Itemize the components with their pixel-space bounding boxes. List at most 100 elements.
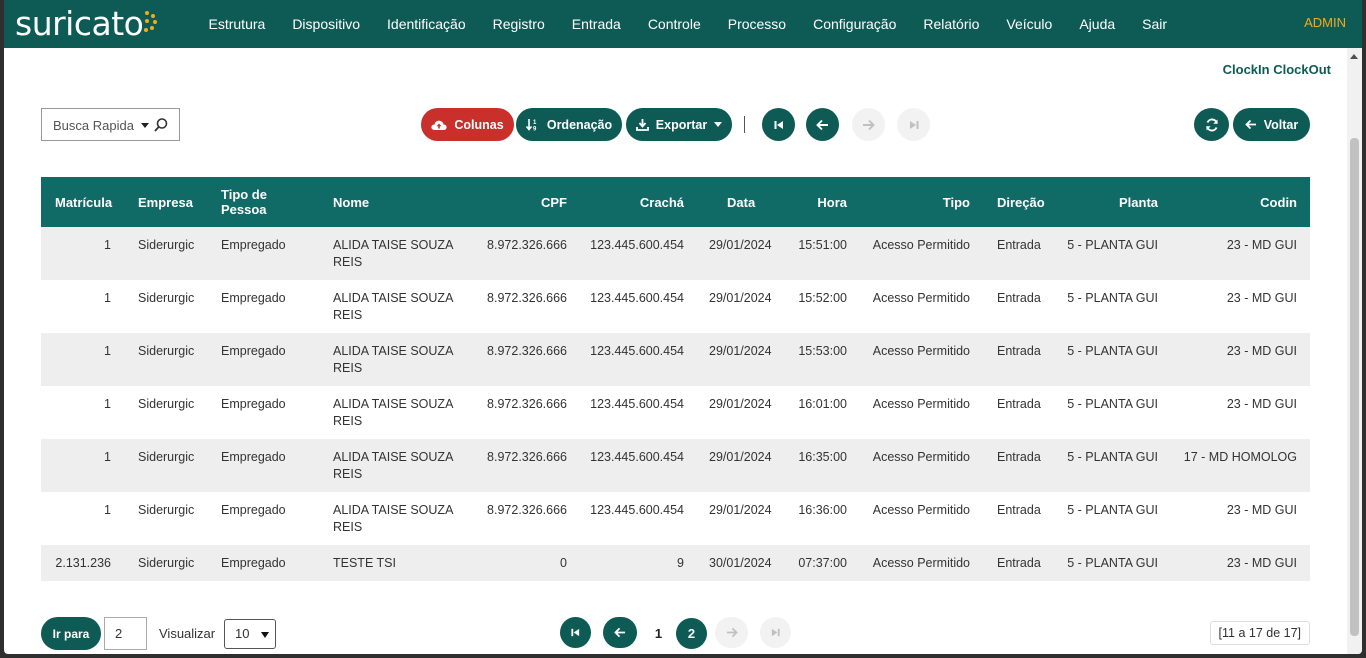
menu-item-veiculo[interactable]: Veículo bbox=[993, 16, 1066, 32]
cell-matricula: 1 bbox=[104, 503, 111, 517]
skip-last-icon bbox=[909, 120, 918, 129]
col-header-planta[interactable]: Planta bbox=[1119, 177, 1158, 227]
caret-down-icon[interactable] bbox=[141, 123, 149, 128]
table-row[interactable]: 2.131.236 Siderurgic Empregado TESTE TSI… bbox=[41, 545, 1310, 581]
cell-matricula: 1 bbox=[104, 344, 111, 358]
table-row[interactable]: 1 Siderurgic Empregado ALIDA TAISE SOUZA… bbox=[41, 280, 1310, 333]
cell-cpf: 8.972.326.666 bbox=[487, 397, 567, 411]
cell-nome: TESTE TSI bbox=[333, 556, 396, 570]
menu-item-processo[interactable]: Processo bbox=[714, 16, 799, 32]
table-header: Matrícula Empresa Tipo de Pessoa Nome CP… bbox=[41, 177, 1310, 227]
cell-data: 29/01/2024 bbox=[709, 344, 772, 358]
arrow-right-icon bbox=[726, 627, 738, 638]
cell-direcao: Entrada bbox=[997, 503, 1041, 517]
table-row[interactable]: 1 Siderurgic Empregado ALIDA TAISE SOUZA… bbox=[41, 386, 1310, 439]
page-size-value: 10 bbox=[235, 626, 250, 641]
scroll-thumb[interactable] bbox=[1350, 138, 1359, 636]
page-size-select[interactable]: 10 bbox=[224, 619, 276, 649]
col-header-codin[interactable]: Codin bbox=[1260, 177, 1297, 227]
menu-item-relatorio[interactable]: Relatório bbox=[910, 16, 993, 32]
caret-down-icon bbox=[261, 632, 269, 638]
cell-matricula: 1 bbox=[104, 397, 111, 411]
page-scrollbar[interactable] bbox=[1347, 48, 1362, 654]
back-label: Voltar bbox=[1263, 117, 1299, 132]
cell-codin: 23 - MD GUI bbox=[1226, 397, 1297, 411]
cell-empresa: Siderurgic bbox=[138, 397, 195, 411]
cell-planta: 5 - PLANTA GUI bbox=[1067, 503, 1158, 517]
cell-hora: 15:51:00 bbox=[798, 238, 847, 252]
cell-direcao: Entrada bbox=[997, 344, 1041, 358]
back-button[interactable]: Voltar bbox=[1233, 108, 1310, 141]
menu-item-configuracao[interactable]: Configuração bbox=[800, 16, 910, 32]
export-button[interactable]: Exportar bbox=[626, 108, 732, 141]
next-page-button[interactable] bbox=[852, 108, 885, 141]
svg-text:9: 9 bbox=[533, 127, 537, 132]
cell-matricula: 1 bbox=[104, 291, 111, 305]
menu-item-estrutura[interactable]: Estrutura bbox=[195, 16, 279, 32]
pager-first-button[interactable] bbox=[560, 617, 591, 648]
menu-item-entrada[interactable]: Entrada bbox=[558, 16, 634, 32]
cell-matricula: 1 bbox=[104, 238, 111, 252]
cell-direcao: Entrada bbox=[997, 238, 1041, 252]
col-header-nome[interactable]: Nome bbox=[333, 177, 369, 227]
sort-label: Ordenação bbox=[546, 117, 613, 132]
sort-button[interactable]: 19 Ordenação bbox=[516, 108, 622, 141]
table-row[interactable]: 1 Siderurgic Empregado ALIDA TAISE SOUZA… bbox=[41, 492, 1310, 545]
refresh-button[interactable] bbox=[1194, 108, 1229, 141]
col-header-cpf[interactable]: CPF bbox=[541, 177, 567, 227]
cell-codin: 17 - MD HOMOLOG bbox=[1183, 450, 1297, 464]
cell-hora: 16:36:00 bbox=[798, 503, 847, 517]
col-header-tipo-pessoa[interactable]: Tipo de Pessoa bbox=[221, 177, 291, 227]
col-header-matricula[interactable]: Matrícula bbox=[55, 177, 112, 227]
pager-page-2[interactable]: 2 bbox=[676, 618, 707, 649]
pager-prev-button[interactable] bbox=[603, 617, 637, 648]
table-row[interactable]: 1 Siderurgic Empregado ALIDA TAISE SOUZA… bbox=[41, 227, 1310, 280]
col-header-data[interactable]: Data bbox=[727, 177, 755, 227]
cell-hora: 07:37:00 bbox=[798, 556, 847, 570]
cell-direcao: Entrada bbox=[997, 450, 1041, 464]
cell-cracha: 123.445.600.454 bbox=[590, 291, 684, 305]
col-header-direcao[interactable]: Direção bbox=[997, 177, 1045, 227]
table-row[interactable]: 1 Siderurgic Empregado ALIDA TAISE SOUZA… bbox=[41, 439, 1310, 492]
quick-search[interactable]: Busca Rapida bbox=[41, 108, 180, 141]
cell-hora: 15:52:00 bbox=[798, 291, 847, 305]
cell-planta: 5 - PLANTA GUI bbox=[1067, 556, 1158, 570]
cell-cpf: 8.972.326.666 bbox=[487, 344, 567, 358]
search-input[interactable]: Busca Rapida bbox=[53, 118, 134, 133]
prev-page-button[interactable] bbox=[806, 108, 839, 141]
col-header-empresa[interactable]: Empresa bbox=[138, 177, 193, 227]
menu-item-identificacao[interactable]: Identificação bbox=[374, 16, 480, 32]
cell-nome: ALIDA TAISE SOUZA REIS bbox=[333, 291, 453, 322]
page-size-label: Visualizar bbox=[159, 626, 216, 641]
last-page-button[interactable] bbox=[897, 108, 930, 141]
col-header-cracha[interactable]: Crachá bbox=[640, 177, 684, 227]
menu-item-sair[interactable]: Sair bbox=[1129, 16, 1181, 32]
cell-tipo-pessoa: Empregado bbox=[221, 503, 286, 517]
logo[interactable]: suricato bbox=[15, 4, 144, 44]
columns-button[interactable]: Colunas bbox=[421, 108, 514, 141]
search-icon[interactable] bbox=[153, 117, 169, 133]
cell-data: 29/01/2024 bbox=[709, 291, 772, 305]
scroll-up-icon[interactable] bbox=[1350, 54, 1358, 59]
menu-item-registro[interactable]: Registro bbox=[479, 16, 558, 32]
cell-tipo: Acesso Permitido bbox=[872, 450, 970, 464]
col-header-tipo[interactable]: Tipo bbox=[943, 177, 970, 227]
menu-item-controle[interactable]: Controle bbox=[634, 16, 714, 32]
menu-item-dispositivo[interactable]: Dispositivo bbox=[279, 16, 374, 32]
cell-cracha: 123.445.600.454 bbox=[590, 238, 684, 252]
first-page-button[interactable] bbox=[762, 108, 795, 141]
pager-last-button[interactable] bbox=[760, 617, 791, 648]
cell-tipo-pessoa: Empregado bbox=[221, 397, 286, 411]
user-menu[interactable]: ADMIN bbox=[1304, 15, 1346, 30]
cell-direcao: Entrada bbox=[997, 556, 1041, 570]
menu-item-ajuda[interactable]: Ajuda bbox=[1066, 16, 1129, 32]
go-to-page-input[interactable] bbox=[104, 617, 147, 650]
table-row[interactable]: 1 Siderurgic Empregado ALIDA TAISE SOUZA… bbox=[41, 333, 1310, 386]
pager-next-button[interactable] bbox=[715, 617, 748, 648]
cell-cpf: 0 bbox=[560, 556, 567, 570]
cell-cracha: 123.445.600.454 bbox=[590, 450, 684, 464]
col-header-hora[interactable]: Hora bbox=[817, 177, 847, 227]
cell-cpf: 8.972.326.666 bbox=[487, 450, 567, 464]
go-to-page-button[interactable]: Ir para bbox=[41, 617, 101, 650]
pager-page-1[interactable]: 1 bbox=[643, 618, 674, 649]
